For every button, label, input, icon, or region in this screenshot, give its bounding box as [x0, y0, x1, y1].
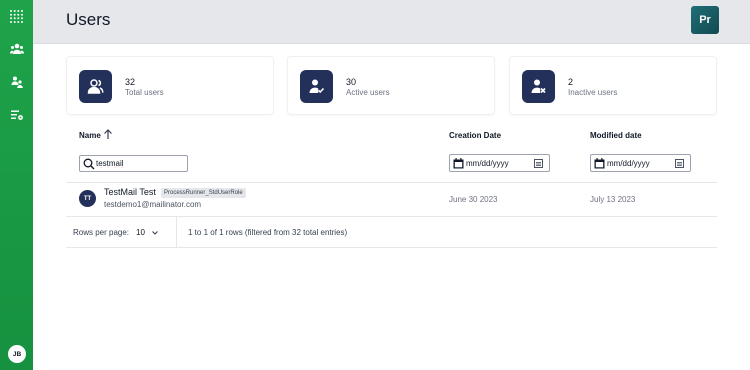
stat-icon-container: [79, 70, 112, 103]
user-email: testdemo1@mailinator.com: [104, 200, 202, 209]
pagination-info: 1 to 1 of 1 rows (filtered from 32 total…: [188, 228, 348, 237]
rows-per-page-label: Rows per page:: [73, 228, 130, 237]
date-picker-icon[interactable]: [675, 159, 684, 168]
divider: [66, 247, 717, 248]
creation-date-filter[interactable]: mm/dd/yyyy: [449, 154, 550, 172]
user-avatar: TT: [79, 190, 96, 207]
sort-ascending-icon[interactable]: [103, 128, 113, 140]
roles-settings-icon: [10, 110, 23, 120]
stat-label: Total users: [125, 88, 164, 97]
user-name[interactable]: TestMail Test: [104, 187, 156, 197]
users-icon: [87, 79, 104, 94]
stat-icon-container: [522, 70, 555, 103]
groups-icon: [11, 76, 23, 88]
name-search-field[interactable]: [79, 155, 188, 172]
column-header-creation-date[interactable]: Creation Date: [449, 131, 501, 140]
calendar-icon: [594, 158, 605, 169]
sidebar-item-groups[interactable]: [3, 69, 30, 95]
divider: [66, 182, 717, 183]
sidebar-item-users[interactable]: [3, 36, 30, 62]
user-avatar[interactable]: JB: [8, 345, 26, 363]
apps-grid-icon: [10, 9, 23, 23]
column-header-modified-date[interactable]: Modified date: [590, 131, 642, 140]
modified-date-filter[interactable]: mm/dd/yyyy: [590, 154, 691, 172]
stat-value: 32: [125, 77, 136, 87]
date-picker-icon[interactable]: [534, 159, 543, 168]
app-badge[interactable]: Pr: [691, 6, 719, 34]
stat-label: Inactive users: [568, 88, 618, 97]
stat-icon-container: [300, 70, 333, 103]
stat-card-active: 30 Active users: [287, 56, 495, 115]
sidebar: JB: [0, 0, 33, 370]
inactive-user-icon: [531, 79, 546, 94]
calendar-icon: [453, 158, 464, 169]
date-placeholder: mm/dd/yyyy: [607, 159, 650, 168]
divider: [176, 217, 177, 247]
search-input[interactable]: [96, 157, 184, 170]
stat-card-total: 32 Total users: [66, 56, 274, 115]
active-user-icon: [309, 79, 325, 94]
stat-value: 2: [568, 77, 574, 87]
creation-date-cell: June 30 2023: [449, 195, 498, 204]
users-icon: [9, 43, 24, 54]
modified-date-cell: July 13 2023: [590, 195, 636, 204]
stat-value: 30: [346, 77, 357, 87]
chevron-down-icon[interactable]: [151, 229, 159, 237]
sidebar-apps-button[interactable]: [3, 3, 30, 29]
sidebar-item-roles[interactable]: [3, 102, 30, 128]
rows-per-page-select[interactable]: 10: [136, 228, 145, 237]
top-header: Users Pr: [33, 0, 750, 44]
page-title: Users: [66, 10, 111, 29]
date-placeholder: mm/dd/yyyy: [466, 159, 509, 168]
search-icon: [83, 158, 95, 170]
stat-label: Active users: [346, 88, 390, 97]
stat-card-inactive: 2 Inactive users: [509, 56, 717, 115]
role-badge: ProcessRunner_StdUserRole: [161, 188, 246, 198]
column-header-name[interactable]: Name: [79, 131, 101, 140]
divider: [66, 216, 717, 217]
